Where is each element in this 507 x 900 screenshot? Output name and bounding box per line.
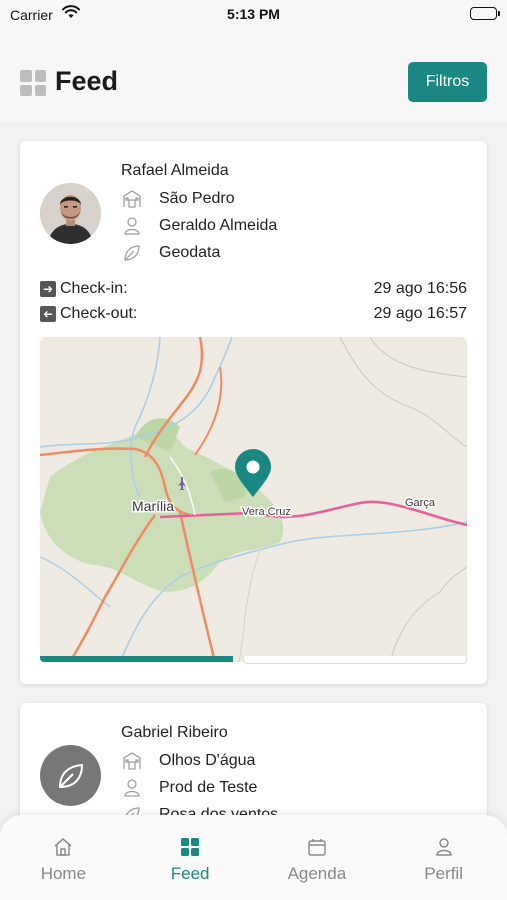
- contact-text: Geraldo Almeida: [159, 217, 278, 234]
- map-label-garca: Garça: [405, 497, 436, 509]
- location-row: Olhos D'água: [121, 750, 255, 772]
- contact-row: Geraldo Almeida: [121, 215, 277, 237]
- leaf-icon: [121, 242, 143, 264]
- progress-rest: [243, 656, 467, 664]
- tab-agenda[interactable]: Agenda: [254, 815, 381, 900]
- company-row: Geodata: [121, 242, 220, 264]
- filter-button[interactable]: Filtros: [408, 62, 487, 102]
- status-bar: Carrier 5:13 PM: [0, 0, 507, 30]
- map-progress: [40, 656, 467, 664]
- tab-perfil[interactable]: Perfil: [380, 815, 507, 900]
- home-icon: [53, 837, 73, 857]
- checkin-row: ➜ Check-in: 29 ago 16:56: [40, 279, 467, 299]
- tab-label: Feed: [170, 864, 210, 883]
- avatar: [40, 183, 101, 244]
- location-text: Olhos D'água: [159, 752, 256, 769]
- tab-home[interactable]: Home: [0, 815, 127, 900]
- arrow-left-icon: ➜: [40, 306, 56, 322]
- checkout-value: 29 ago 16:57: [373, 305, 467, 322]
- map[interactable]: Marília Vera Cruz Garça: [40, 337, 467, 662]
- feed-card[interactable]: Rafael Almeida São Pedro Geraldo Almeida…: [20, 141, 487, 684]
- calendar-icon: [307, 837, 327, 857]
- tab-label: Agenda: [287, 864, 347, 883]
- progress-fill: [40, 656, 233, 662]
- tab-label: Home: [40, 864, 87, 883]
- person-icon: [121, 215, 143, 237]
- map-label-vera-cruz: Vera Cruz: [242, 506, 291, 518]
- company-text: Geodata: [159, 244, 221, 261]
- contact-row: Prod de Teste: [121, 777, 257, 799]
- grid-icon: [20, 70, 46, 96]
- contact-text: Prod de Teste: [159, 779, 258, 796]
- header: Feed Filtros: [0, 30, 507, 122]
- avatar: [40, 745, 101, 806]
- grid-icon: [180, 837, 200, 857]
- leaf-icon: [58, 763, 83, 788]
- location-row: São Pedro: [121, 188, 235, 210]
- user-name: Rafael Almeida: [121, 162, 229, 179]
- clock: 5:13 PM: [227, 6, 280, 22]
- tab-label: Perfil: [424, 864, 463, 883]
- checkout-label: Check-out:: [60, 305, 138, 322]
- tab-bar: Home Feed Agenda Perfil: [0, 815, 507, 900]
- person-icon: [121, 777, 143, 799]
- checkin-value: 29 ago 16:56: [373, 280, 467, 297]
- location-text: São Pedro: [159, 190, 235, 207]
- building-icon: [121, 188, 143, 210]
- page-title: Feed: [55, 66, 119, 96]
- user-name: Gabriel Ribeiro: [121, 724, 228, 741]
- building-icon: [121, 750, 143, 772]
- arrow-right-icon: ➜: [40, 281, 56, 297]
- person-icon: [434, 837, 454, 857]
- checkin-label: Check-in:: [60, 280, 128, 297]
- battery-icon: [470, 7, 500, 20]
- map-label-marilia: Marília: [132, 498, 174, 514]
- checkout-row: ➜ Check-out: 29 ago 16:57: [40, 304, 467, 324]
- tab-feed[interactable]: Feed: [127, 815, 254, 900]
